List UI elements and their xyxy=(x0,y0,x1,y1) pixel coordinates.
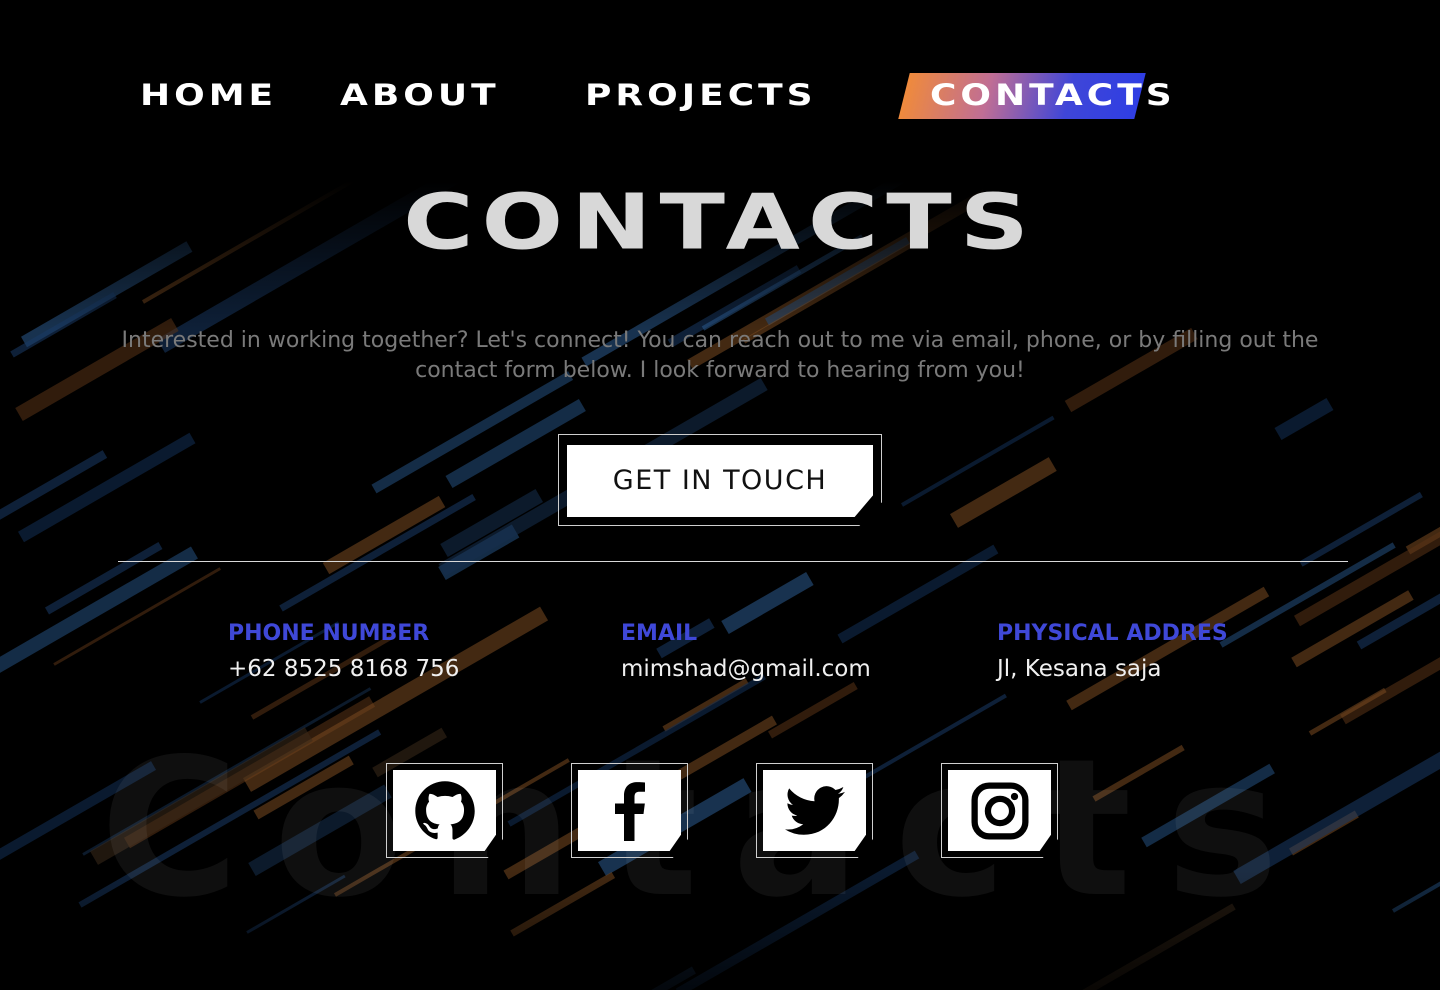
github-tile xyxy=(393,770,496,851)
twitter-tile xyxy=(763,770,866,851)
divider xyxy=(118,561,1348,562)
content: Home About Projects Contacts Contacts In… xyxy=(0,0,1440,990)
twitter-icon xyxy=(784,785,845,835)
email-info: EMAIL mimshad@gmail.com xyxy=(621,618,871,688)
instagram-link[interactable] xyxy=(941,763,1058,858)
github-link[interactable] xyxy=(386,763,503,858)
address-value: Jl, Kesana saja xyxy=(997,656,1162,682)
nav-home[interactable]: Home xyxy=(140,76,277,115)
phone-value[interactable]: +62 8525 8168 756 xyxy=(228,650,459,688)
intro-text: Interested in working together? Let's co… xyxy=(121,328,1319,383)
address-info: PHYSICAL ADDRES Jl, Kesana saja xyxy=(997,618,1228,688)
email-label: EMAIL xyxy=(621,621,698,646)
nav-about[interactable]: About xyxy=(340,76,500,115)
page: Contacts Home About Projects Contacts Co… xyxy=(0,0,1440,990)
address-label: PHYSICAL ADDRES xyxy=(997,621,1228,646)
github-icon xyxy=(414,780,475,840)
phone-info: PHONE NUMBER +62 8525 8168 756 xyxy=(228,618,459,688)
top-nav: Home About Projects Contacts xyxy=(0,72,1440,122)
instagram-icon xyxy=(970,781,1029,840)
email-value[interactable]: mimshad@gmail.com xyxy=(621,650,871,688)
facebook-tile xyxy=(578,770,681,851)
instagram-tile xyxy=(948,770,1051,851)
page-title: Contacts xyxy=(403,177,1037,267)
twitter-link[interactable] xyxy=(756,763,873,858)
phone-label: PHONE NUMBER xyxy=(228,621,430,646)
facebook-icon xyxy=(614,781,645,841)
facebook-link[interactable] xyxy=(571,763,688,858)
nav-contacts[interactable]: Contacts xyxy=(930,76,1176,115)
nav-projects[interactable]: Projects xyxy=(585,76,817,115)
get-in-touch-button[interactable]: GET IN TOUCH xyxy=(567,445,873,517)
